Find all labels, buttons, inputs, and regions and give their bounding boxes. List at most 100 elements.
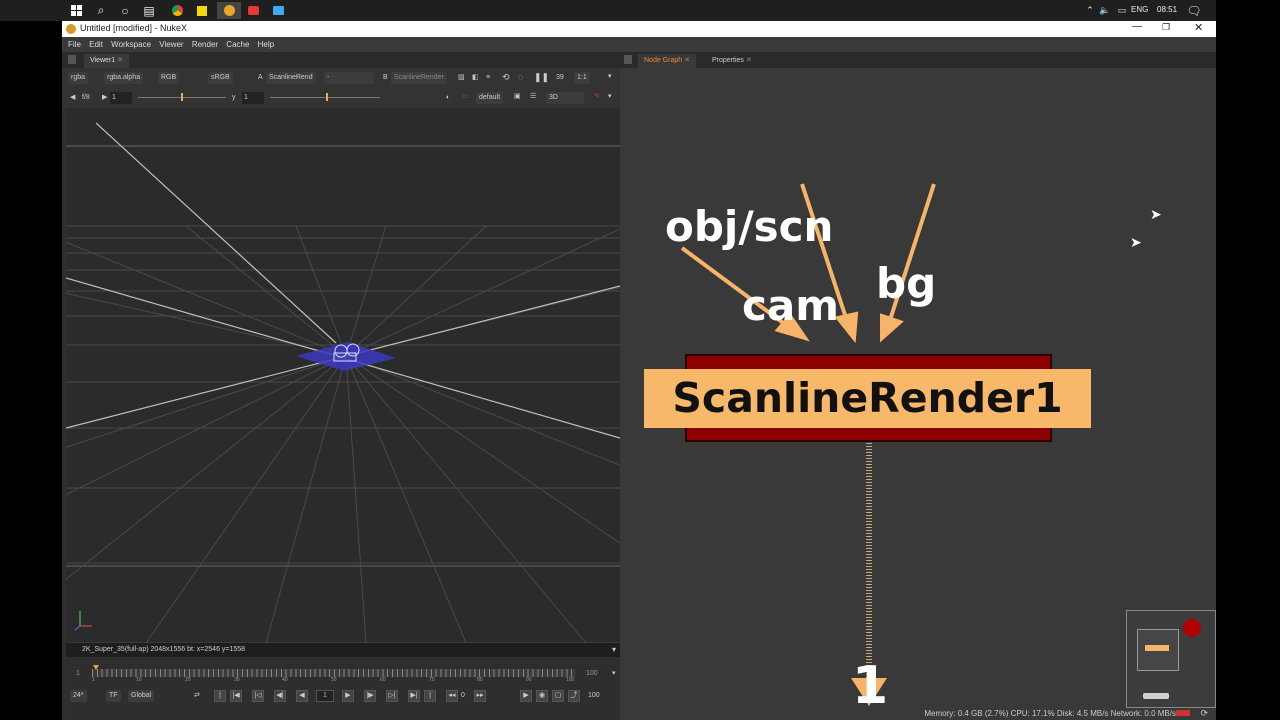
pane-menu-icon[interactable] xyxy=(624,55,632,64)
system-status-text: Memory: 0.4 GB (2.7%) CPU: 17.1% Disk: 4… xyxy=(924,709,1176,718)
close-tab-icon[interactable]: ✕ xyxy=(117,57,123,64)
screen-recorder-icon[interactable] xyxy=(243,2,263,19)
navigator-minimap[interactable] xyxy=(1126,610,1216,708)
lines-icon[interactable]: ≡ xyxy=(486,72,490,84)
alpha-dropdown[interactable]: rgba.alpha xyxy=(104,72,144,84)
gamma-slider[interactable] xyxy=(270,97,380,98)
look-dropdown[interactable]: default xyxy=(476,92,504,104)
task-view-icon[interactable]: ▤ xyxy=(139,2,159,19)
timeline-track[interactable] xyxy=(92,665,576,677)
card-geometry[interactable] xyxy=(296,342,396,371)
step-back-button[interactable]: ◂◂ xyxy=(446,690,458,702)
view-mode-dropdown[interactable]: 3D xyxy=(546,92,584,104)
monitor-icon[interactable]: ▭ xyxy=(462,91,469,103)
search-icon[interactable]: ⌕ xyxy=(91,2,111,19)
gain-field[interactable]: 1 xyxy=(110,92,132,104)
flipbook-button[interactable]: ▶ xyxy=(520,690,532,702)
menu-cache[interactable]: Cache xyxy=(226,37,249,52)
messages-icon[interactable] xyxy=(268,2,288,19)
gamma-field[interactable]: 1 xyxy=(242,92,264,104)
prev-key-button[interactable]: |◁ xyxy=(252,690,264,702)
windows-logo-icon[interactable] xyxy=(66,2,86,19)
node-graph-canvas[interactable]: obj/scn cam bg ScanlineRender1 1 ➤ ➤ xyxy=(620,68,1216,720)
channels-dropdown[interactable]: rgba xyxy=(68,72,89,84)
a-input-dropdown[interactable]: ScanlineRend xyxy=(266,72,316,84)
expand-icon[interactable]: ▾ xyxy=(608,71,612,83)
pane-menu-icon[interactable] xyxy=(68,55,76,64)
fstop-right-arrow[interactable]: ▶ xyxy=(102,92,107,104)
proxy-dropdown[interactable]: 39 xyxy=(556,72,564,84)
network-icon[interactable]: ▭ xyxy=(1112,2,1132,19)
last-frame-button[interactable]: ▶| xyxy=(408,690,420,702)
gain-slider-handle[interactable] xyxy=(181,93,183,101)
out-point-button[interactable]: | xyxy=(424,690,436,702)
lut-dropdown[interactable]: sRGB xyxy=(208,72,233,84)
lock-icon[interactable]: ☰ xyxy=(530,91,536,103)
menu-bar: File Edit Workspace Viewer Render Cache … xyxy=(62,37,1216,52)
fstop-left-arrow[interactable]: ◀ xyxy=(70,92,75,104)
tab-node-graph[interactable]: Node Graph ✕ xyxy=(638,54,696,68)
step-field[interactable]: 0 xyxy=(461,690,465,702)
sticky-notes-icon[interactable] xyxy=(192,2,212,19)
menu-viewer[interactable]: Viewer xyxy=(159,37,183,52)
pause-icon[interactable]: ❚❚ xyxy=(534,71,549,83)
clip-icon[interactable]: ◐ xyxy=(446,92,450,104)
end-frame-field[interactable]: 100 xyxy=(588,690,600,702)
next-key-button[interactable]: ▷| xyxy=(386,690,398,702)
in-point-button[interactable]: | xyxy=(214,690,226,702)
roi-icon[interactable]: ◌ xyxy=(518,71,523,83)
language-indicator[interactable]: ENG xyxy=(1131,5,1148,14)
expand-row2-icon[interactable]: ▾ xyxy=(608,91,612,103)
tab-properties[interactable]: Properties ✕ xyxy=(706,54,758,68)
close-button[interactable]: ✕ xyxy=(1194,21,1203,34)
gamma-slider-handle[interactable] xyxy=(326,93,328,101)
loop-button[interactable]: ⤴ xyxy=(568,690,580,702)
close-tab-icon[interactable]: ✕ xyxy=(684,57,690,64)
zoom-dropdown[interactable]: 1:1 xyxy=(574,72,590,84)
close-tab-icon[interactable]: ✕ xyxy=(746,57,752,64)
refresh-status-icon[interactable]: ⟳ xyxy=(1200,707,1208,720)
notification-icon[interactable]: 🗨 xyxy=(1184,2,1204,19)
play-backward-button[interactable]: ◀ xyxy=(296,690,308,702)
display-dropdown[interactable]: RGB xyxy=(158,72,180,84)
first-frame-button[interactable]: |◀ xyxy=(230,690,242,702)
nuke-icon[interactable] xyxy=(217,2,241,19)
restore-button[interactable]: ❐ xyxy=(1162,22,1170,33)
step-forward-button[interactable]: ▸▸ xyxy=(474,690,486,702)
next-frame-button[interactable]: |▶ xyxy=(364,690,376,702)
range-dropdown[interactable]: Global xyxy=(128,690,155,702)
menu-edit[interactable]: Edit xyxy=(89,37,103,52)
menu-file[interactable]: File xyxy=(68,37,81,52)
refresh-icon[interactable]: ⟲ xyxy=(502,71,510,83)
menu-help[interactable]: Help xyxy=(258,37,274,52)
paint-icon[interactable]: ✎ xyxy=(594,91,600,103)
overlay-icon[interactable]: ◧ xyxy=(472,72,479,84)
timecode-dropdown[interactable]: TF xyxy=(106,690,121,702)
clock[interactable]: 08:51 xyxy=(1157,5,1177,14)
viewer-canvas[interactable] xyxy=(66,108,620,643)
frame-field[interactable]: 1 xyxy=(316,690,334,702)
viewport-3d[interactable] xyxy=(66,108,620,643)
playback-mode-icon[interactable]: ⇄ xyxy=(194,690,200,702)
menu-workspace[interactable]: Workspace xyxy=(111,37,151,52)
wipe-icon[interactable]: ▨ xyxy=(458,72,465,84)
fps-field[interactable]: 24* xyxy=(70,690,87,702)
prev-frame-button[interactable]: ◀| xyxy=(274,690,286,702)
camera-icon[interactable]: ▣ xyxy=(514,91,521,103)
timeline-expand-icon[interactable]: ▾ xyxy=(612,668,616,680)
mouse-cursor-icon: ➤ xyxy=(1150,206,1162,222)
cache-button[interactable]: ▢ xyxy=(552,690,564,702)
chrome-icon[interactable] xyxy=(167,2,187,19)
ab-mode-dropdown[interactable]: - xyxy=(324,72,374,84)
tab-viewer1[interactable]: Viewer1 ✕ xyxy=(84,54,129,68)
minimize-button[interactable]: — xyxy=(1132,21,1142,32)
menu-render[interactable]: Render xyxy=(192,37,218,52)
b-input-dropdown[interactable]: ScanlineRender xyxy=(391,72,447,84)
playhead-marker[interactable] xyxy=(93,665,99,670)
record-button[interactable]: ◉ xyxy=(536,690,548,702)
node-name-label[interactable]: ScanlineRender1 xyxy=(644,369,1091,428)
play-forward-button[interactable]: ▶ xyxy=(342,690,354,702)
cortana-icon[interactable]: ○ xyxy=(115,2,135,19)
minimap-slider[interactable] xyxy=(1143,693,1169,699)
status-expand-icon[interactable]: ▾ xyxy=(612,643,616,657)
